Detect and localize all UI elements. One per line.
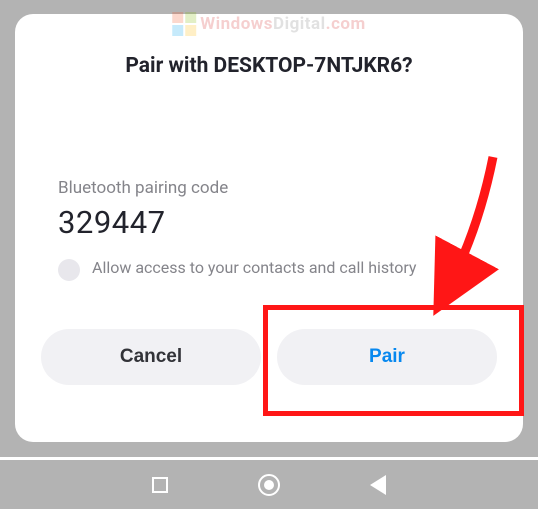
triangle-icon — [370, 475, 386, 495]
allow-access-checkbox[interactable] — [58, 259, 80, 281]
android-navbar — [0, 457, 538, 509]
home-button[interactable] — [257, 473, 281, 497]
recents-button[interactable] — [148, 473, 172, 497]
allow-access-row[interactable]: Allow access to your contacts and call h… — [58, 257, 497, 281]
pair-button[interactable]: Pair — [277, 329, 497, 385]
cancel-button[interactable]: Cancel — [41, 329, 261, 385]
button-row: Cancel Pair — [41, 329, 497, 385]
code-label: Bluetooth pairing code — [58, 178, 497, 198]
back-button[interactable] — [366, 473, 390, 497]
allow-access-label: Allow access to your contacts and call h… — [92, 257, 416, 279]
pairing-code: 329447 — [58, 204, 497, 241]
pairing-dialog: Pair with DESKTOP-7NTJKR6? Bluetooth pai… — [15, 14, 523, 442]
dialog-title: Pair with DESKTOP-7NTJKR6? — [41, 54, 497, 78]
square-icon — [152, 477, 168, 493]
circle-icon — [258, 474, 280, 496]
